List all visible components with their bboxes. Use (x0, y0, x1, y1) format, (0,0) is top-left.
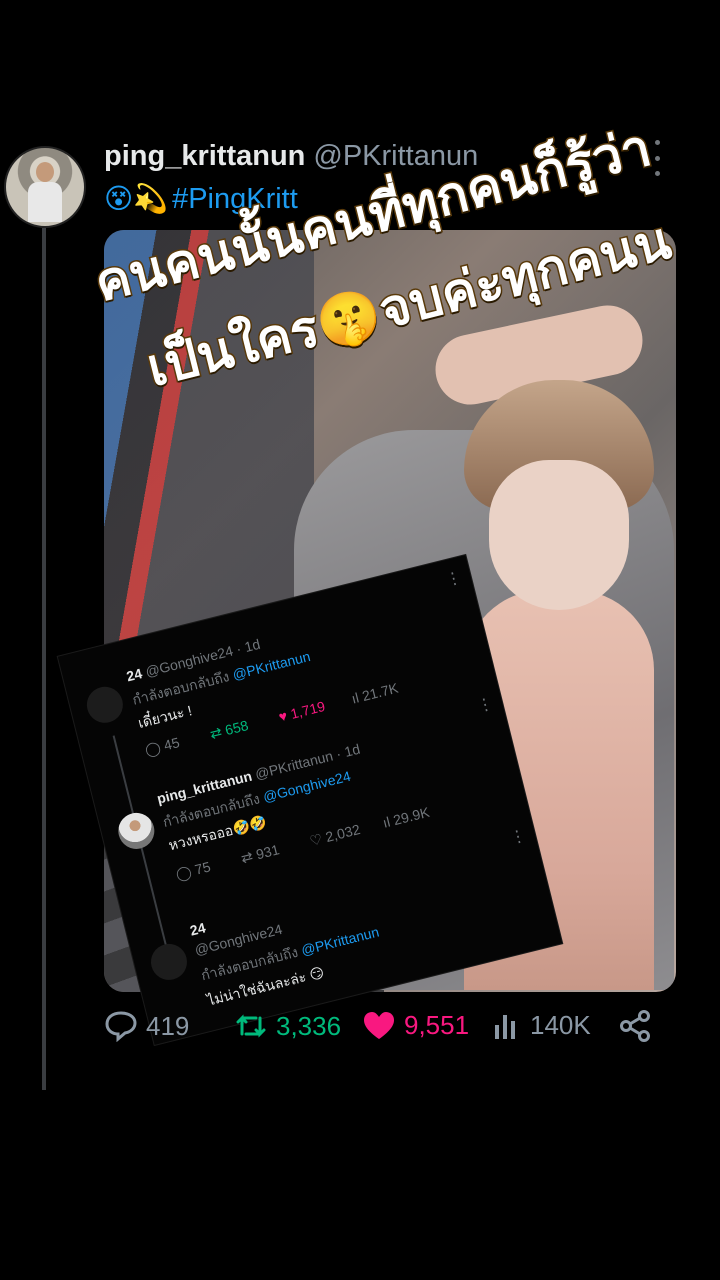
reply-icon (105, 1011, 137, 1042)
reply2-avatar (114, 809, 159, 853)
avatar-head (36, 162, 54, 182)
share-button[interactable] (618, 1010, 652, 1042)
reply3-replying-to: @PKrittanun (299, 923, 381, 959)
share-icon (620, 1010, 650, 1042)
reply1-retweets: 658 (223, 717, 250, 739)
views-button[interactable]: 140K (492, 1010, 591, 1041)
reply2-views: 29.9K (391, 803, 432, 829)
reply1-likes: 1,719 (288, 697, 327, 722)
retweet-button[interactable]: 3,336 (234, 1010, 341, 1042)
reply3-more-icon: ⋮ (508, 827, 528, 848)
reply2-retweet-icon: ⇄ (239, 847, 255, 867)
reply3-name: 24 (188, 919, 208, 939)
retweet-count: 3,336 (276, 1010, 342, 1041)
like-count: 9,551 (404, 1010, 470, 1040)
reply-button[interactable]: 419 (104, 1010, 189, 1042)
reply1-avatar (83, 682, 127, 727)
reply1-time: · 1d (234, 635, 262, 658)
like-button[interactable]: 9,551 (362, 1010, 469, 1041)
reply-count: 419 (146, 1010, 190, 1041)
reply2-more-icon: ⋮ (475, 695, 495, 716)
views-count: 140K (530, 1010, 591, 1040)
reply1-reply-icon: ◯ (143, 738, 163, 759)
photo-face (489, 460, 629, 610)
reply1-name: 24 (124, 665, 144, 685)
reply2-reply-icon: ◯ (174, 863, 194, 883)
reply2-views-icon: ıl (381, 813, 392, 831)
reply2-replies: 75 (193, 858, 213, 878)
action-bar: 419 3,336 9,551 140K (104, 1010, 664, 1056)
retweet-icon (236, 1014, 266, 1038)
reply2-time: · 1d (334, 740, 362, 763)
reply2-likes: 2,032 (323, 821, 362, 846)
reply2-retweets: 931 (254, 841, 281, 863)
reply1-like-icon: ♥ (276, 707, 289, 725)
reply1-views: 21.7K (360, 679, 400, 705)
reply2-like-icon: ♡ (307, 830, 325, 850)
reply3-avatar (147, 940, 191, 984)
avatar-body (28, 182, 62, 222)
thread-line (42, 228, 46, 1090)
reply1-more-icon: ⋮ (444, 569, 463, 590)
reply1-views-icon: ıl (349, 689, 361, 707)
reply1-replies: 45 (162, 734, 182, 754)
reply1-retweet-icon: ⇄ (208, 723, 224, 742)
views-icon (495, 1014, 515, 1039)
heart-icon (364, 1011, 394, 1039)
